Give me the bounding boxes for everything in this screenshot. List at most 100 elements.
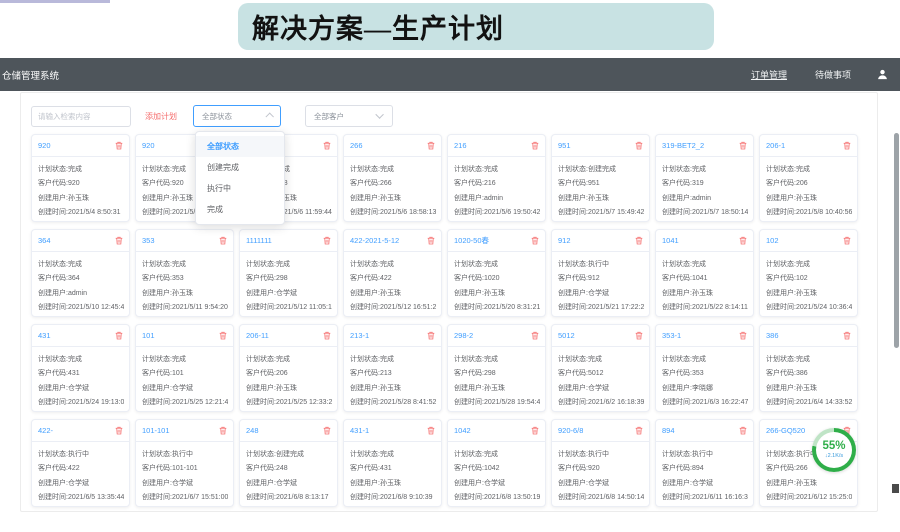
nav-order-management[interactable]: 订单管理	[751, 68, 787, 81]
delete-icon[interactable]	[635, 141, 643, 150]
customer-code-line: 客户代码:353	[662, 367, 748, 381]
delete-icon[interactable]	[115, 426, 123, 435]
plan-title-link[interactable]: 216	[454, 141, 467, 150]
delete-icon[interactable]	[427, 141, 435, 150]
created-user-line: 创建用户:孙玉珠	[350, 382, 436, 396]
plan-title-link[interactable]: 266	[350, 141, 363, 150]
delete-icon[interactable]	[323, 236, 331, 245]
plan-card-body: 计划状态:完成 客户代码:298 创建用户:仓学斌 创建时间:2021/5/12…	[240, 252, 337, 315]
plan-card-body: 计划状态:完成 客户代码:431 创建用户:仓学斌 创建时间:2021/5/24…	[32, 347, 129, 410]
plan-card-header: 216	[448, 135, 545, 157]
delete-icon[interactable]	[843, 331, 851, 340]
plan-title-link[interactable]: 248	[246, 426, 259, 435]
plan-title-link[interactable]: 951	[558, 141, 571, 150]
plan-title-link[interactable]: 1111111	[246, 236, 272, 245]
status-select[interactable]: 全部状态	[193, 105, 281, 127]
plan-title-link[interactable]: 1042	[454, 426, 471, 435]
status-option[interactable]: 创建完成	[196, 157, 284, 178]
plan-title-link[interactable]: 206-11	[246, 331, 269, 340]
plan-title-link[interactable]: 431	[38, 331, 51, 340]
plan-title-link[interactable]: 920	[38, 141, 51, 150]
delete-icon[interactable]	[219, 331, 227, 340]
plan-card-body: 计划状态:完成 客户代码:422 创建用户:孙玉珠 创建时间:2021/5/12…	[344, 252, 441, 315]
delete-icon[interactable]	[219, 426, 227, 435]
delete-icon[interactable]	[843, 236, 851, 245]
search-input[interactable]	[31, 106, 131, 127]
plan-title-link[interactable]: 102	[766, 236, 779, 245]
plan-card-header: 920-6/8	[552, 420, 649, 442]
customer-select-value: 全部客户	[314, 111, 344, 122]
plan-title-link[interactable]: 431-1	[350, 426, 369, 435]
delete-icon[interactable]	[427, 426, 435, 435]
plan-title-link[interactable]: 912	[558, 236, 571, 245]
chevron-up-icon	[265, 112, 273, 120]
customer-select[interactable]: 全部客户	[305, 105, 393, 127]
plan-title-link[interactable]: 101-101	[142, 426, 170, 435]
delete-icon[interactable]	[323, 331, 331, 340]
delete-icon[interactable]	[115, 141, 123, 150]
scrollbar-thumb[interactable]	[894, 133, 899, 348]
plan-title-link[interactable]: 101	[142, 331, 155, 340]
delete-icon[interactable]	[115, 236, 123, 245]
plan-title-link[interactable]: 206-1	[766, 141, 785, 150]
plan-title-link[interactable]: 5012	[558, 331, 575, 340]
created-time-line: 创建时间:2021/6/4 14:33:52	[766, 396, 852, 410]
customer-code-line: 客户代码:101-101	[142, 462, 228, 476]
plan-title-link[interactable]: 319-BET2_2	[662, 141, 704, 150]
delete-icon[interactable]	[531, 141, 539, 150]
delete-icon[interactable]	[427, 236, 435, 245]
delete-icon[interactable]	[531, 236, 539, 245]
plan-card-body: 计划状态:完成 客户代码:216 创建用户:admin 创建时间:2021/5/…	[448, 157, 545, 220]
status-option[interactable]: 完成	[196, 199, 284, 220]
plan-title-link[interactable]: 894	[662, 426, 675, 435]
plan-title-link[interactable]: 1020-50春	[454, 235, 489, 246]
delete-icon[interactable]	[219, 236, 227, 245]
plan-title-link[interactable]: 920-6/8	[558, 426, 583, 435]
plan-title-link[interactable]: 920	[142, 141, 155, 150]
created-time-line: 创建时间:2021/5/22 8:14:11	[662, 301, 748, 315]
customer-code-line: 客户代码:920	[38, 177, 124, 191]
delete-icon[interactable]	[115, 331, 123, 340]
plan-title-link[interactable]: 1041	[662, 236, 679, 245]
plan-card: 216 计划状态:完成 客户代码:216 创建用户:admin 创建时间:202…	[447, 134, 546, 222]
delete-icon[interactable]	[739, 426, 747, 435]
created-time-line: 创建时间:2021/5/20 8:31:21	[454, 301, 540, 315]
status-option[interactable]: 全部状态	[196, 136, 284, 157]
progress-badge: 55%↓2.1K/s	[812, 428, 856, 472]
add-plan-button[interactable]: 添加计划	[145, 111, 177, 122]
person-icon[interactable]	[877, 69, 888, 80]
plan-card-header: 422-	[32, 420, 129, 442]
delete-icon[interactable]	[323, 141, 331, 150]
nav-todo-items[interactable]: 待做事项	[815, 68, 851, 81]
app-window: 仓储管理系统 订单管理 待做事项 添加计划 全部状态 全部客户 920	[0, 58, 900, 514]
plan-title-link[interactable]: 386	[766, 331, 779, 340]
created-user-line: 创建用户:admin	[38, 287, 124, 301]
plan-title-link[interactable]: 422-	[38, 426, 53, 435]
delete-icon[interactable]	[843, 141, 851, 150]
delete-icon[interactable]	[531, 331, 539, 340]
delete-icon[interactable]	[739, 236, 747, 245]
delete-icon[interactable]	[323, 426, 331, 435]
delete-icon[interactable]	[635, 331, 643, 340]
delete-icon[interactable]	[635, 236, 643, 245]
plan-title-link[interactable]: 422-2021-5-12	[350, 236, 399, 245]
delete-icon[interactable]	[531, 426, 539, 435]
progress-speed: ↓2.1K/s	[825, 454, 843, 460]
delete-icon[interactable]	[739, 331, 747, 340]
delete-icon[interactable]	[739, 141, 747, 150]
plan-status-line: 计划状态:执行中	[142, 448, 228, 462]
plan-status-line: 计划状态:执行中	[662, 448, 748, 462]
plan-title-link[interactable]: 266-GQ520	[766, 426, 805, 435]
plan-title-link[interactable]: 298-2	[454, 331, 473, 340]
created-user-line: 创建用户:仓学斌	[558, 477, 644, 491]
delete-icon[interactable]	[635, 426, 643, 435]
scrollbar-dot[interactable]	[892, 484, 899, 493]
plan-title-link[interactable]: 213-1	[350, 331, 369, 340]
plan-title-link[interactable]: 353	[142, 236, 155, 245]
plan-card-body: 计划状态:完成 客户代码:353 创建用户:孙玉珠 创建时间:2021/5/11…	[136, 252, 233, 315]
plan-title-link[interactable]: 353-1	[662, 331, 681, 340]
plan-title-link[interactable]: 364	[38, 236, 51, 245]
status-option[interactable]: 执行中	[196, 178, 284, 199]
delete-icon[interactable]	[427, 331, 435, 340]
customer-code-line: 客户代码:206	[766, 177, 852, 191]
